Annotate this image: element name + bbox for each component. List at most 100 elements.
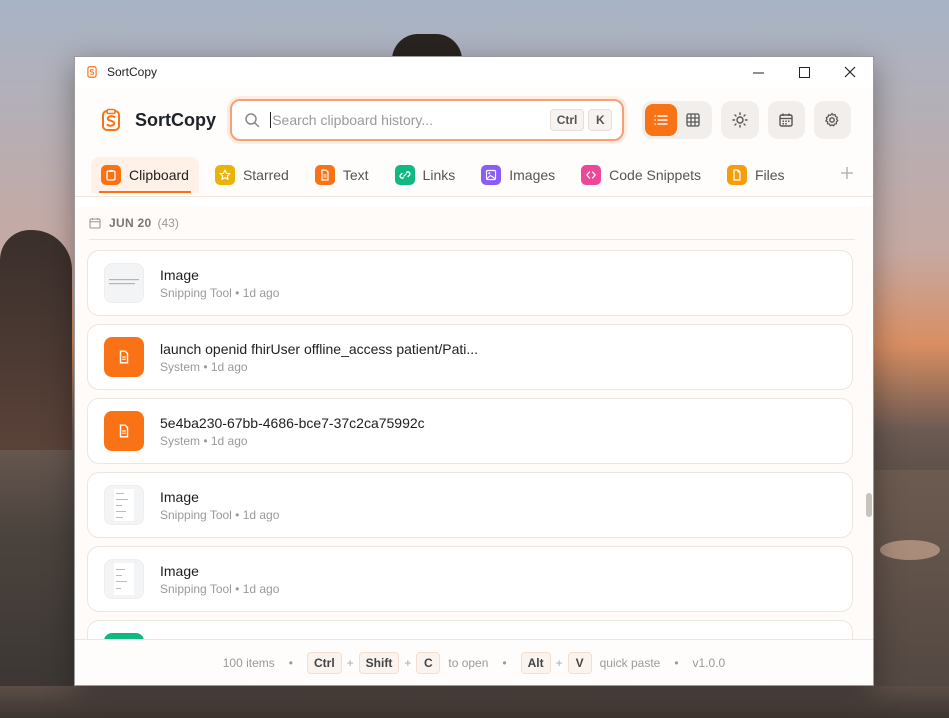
shortcut-key: V [567, 651, 592, 674]
separator-dot: • [674, 655, 679, 670]
app-logo-icon [87, 66, 97, 78]
plus-sign: + [346, 655, 354, 670]
date-label: JUN 20 [109, 216, 152, 230]
desktop-tidepool [880, 540, 940, 560]
tab-clipboard[interactable]: Clipboard [91, 156, 199, 193]
app-header: SortCopy Ctrl K [75, 87, 873, 153]
tab-label: Text [342, 166, 369, 183]
item-title: Image [160, 488, 199, 505]
clipboard-list: Image Snipping Tool • 1d ago launch open… [75, 250, 873, 640]
window-title: SortCopy [107, 65, 158, 79]
tab-images[interactable]: Images [471, 157, 565, 193]
sortcopy-logo-icon [102, 108, 120, 131]
star-icon [214, 164, 235, 185]
tab-label: Files [755, 166, 785, 183]
search-box[interactable]: Ctrl K [230, 99, 625, 141]
shortcut-key: Shift [358, 651, 400, 674]
theme-toggle-button[interactable] [721, 101, 759, 139]
minimize-button[interactable] [735, 57, 781, 87]
tab-starred[interactable]: Starred [205, 157, 299, 193]
text-thumbnail [104, 337, 144, 377]
list-view-button[interactable] [645, 104, 678, 136]
view-toggle [642, 101, 713, 139]
shortcut-key: K [588, 109, 613, 131]
title-bar[interactable]: SortCopy [75, 57, 873, 87]
calendar-icon [89, 218, 101, 229]
list-item[interactable]: Image Snipping Tool • 1d ago [87, 472, 853, 538]
item-count: 100 items [222, 655, 275, 670]
text-thumbnail [104, 411, 144, 451]
clipboard-icon [101, 164, 121, 185]
app-window: SortCopy SortCopy Search clipboard histo… [74, 56, 874, 686]
close-icon [844, 66, 856, 78]
item-meta: Snipping Tool • 1d ago [160, 581, 280, 596]
separator-dot: • [502, 655, 507, 670]
date-count: (43) [157, 216, 179, 230]
image-thumbnail [104, 485, 144, 525]
image-icon [481, 164, 502, 185]
maximize-button[interactable] [781, 57, 827, 87]
sun-icon [732, 112, 748, 128]
plus-icon [841, 167, 853, 179]
document-icon [119, 424, 129, 438]
item-title: launch openid fhirUser offline_access pa… [160, 340, 479, 357]
link-icon [394, 164, 415, 185]
tab-label: Images [509, 166, 556, 183]
item-title: Image [160, 562, 199, 579]
grid-view-button[interactable] [677, 104, 709, 136]
tab-files[interactable]: Files [717, 157, 795, 193]
separator-dot: • [288, 655, 293, 670]
tab-text[interactable]: Text [305, 157, 379, 193]
item-title: Image [160, 266, 199, 283]
shortcut-description: quick paste [599, 655, 661, 670]
category-tabs: Clipboard Starred Text Links Images Code… [75, 153, 873, 197]
list-item[interactable]: launch openid fhirUser offline_access pa… [87, 324, 853, 390]
image-thumbnail [104, 263, 144, 303]
close-button[interactable] [827, 57, 873, 87]
brand-name: SortCopy [135, 109, 216, 130]
item-meta: Snipping Tool • 1d ago [160, 507, 280, 522]
version-label: v1.0.0 [692, 655, 726, 670]
search-icon [244, 111, 262, 129]
list-item[interactable]: Image Snipping Tool • 1d ago [87, 250, 853, 316]
item-title: 5e4ba230-67bb-4686-bce7-37c2ca75992c [160, 414, 425, 431]
image-thumbnail [104, 559, 144, 599]
plus-sign: + [555, 655, 563, 670]
tab-label: Code Snippets [609, 166, 701, 183]
item-meta: System • 1d ago [160, 359, 248, 374]
desktop-shore [874, 470, 949, 718]
document-icon [119, 350, 129, 364]
search-input[interactable] [270, 112, 546, 128]
scrollbar-thumb[interactable] [866, 493, 872, 517]
tab-label: Links [422, 166, 456, 183]
calendar-icon [779, 113, 793, 127]
calendar-button[interactable] [767, 101, 805, 139]
shortcut-key: Ctrl [306, 651, 342, 674]
tab-code-snippets[interactable]: Code Snippets [571, 157, 711, 193]
shortcut-key: C [416, 651, 441, 674]
item-meta: Snipping Tool • 1d ago [160, 285, 280, 300]
grid-icon [686, 113, 701, 127]
desktop-sand [0, 686, 949, 718]
brand: SortCopy [99, 108, 230, 132]
code-icon [581, 164, 602, 185]
tab-label: Clipboard [129, 166, 189, 183]
tab-links[interactable]: Links [385, 157, 466, 193]
gear-icon [825, 112, 839, 127]
settings-button[interactable] [813, 101, 851, 139]
list-item[interactable]: 5e4ba230-67bb-4686-bce7-37c2ca75992c Sys… [87, 398, 853, 464]
desktop-rock-left [0, 230, 72, 450]
clipboard-list-area[interactable]: JUN 20 (43) Image Snipping Tool • 1d ago… [75, 207, 873, 640]
divider [89, 239, 855, 240]
list-item[interactable] [87, 620, 853, 640]
add-tab-button[interactable] [837, 163, 857, 186]
date-group-header: JUN 20 (43) [75, 207, 873, 239]
shortcut-key: Alt [520, 651, 551, 674]
file-icon [727, 164, 747, 185]
plus-sign: + [404, 655, 412, 670]
item-meta: System • 1d ago [160, 433, 248, 448]
document-icon [314, 164, 335, 185]
list-item[interactable]: Image Snipping Tool • 1d ago [87, 546, 853, 612]
shortcut-description: to open [448, 655, 489, 670]
maximize-icon [798, 66, 810, 78]
